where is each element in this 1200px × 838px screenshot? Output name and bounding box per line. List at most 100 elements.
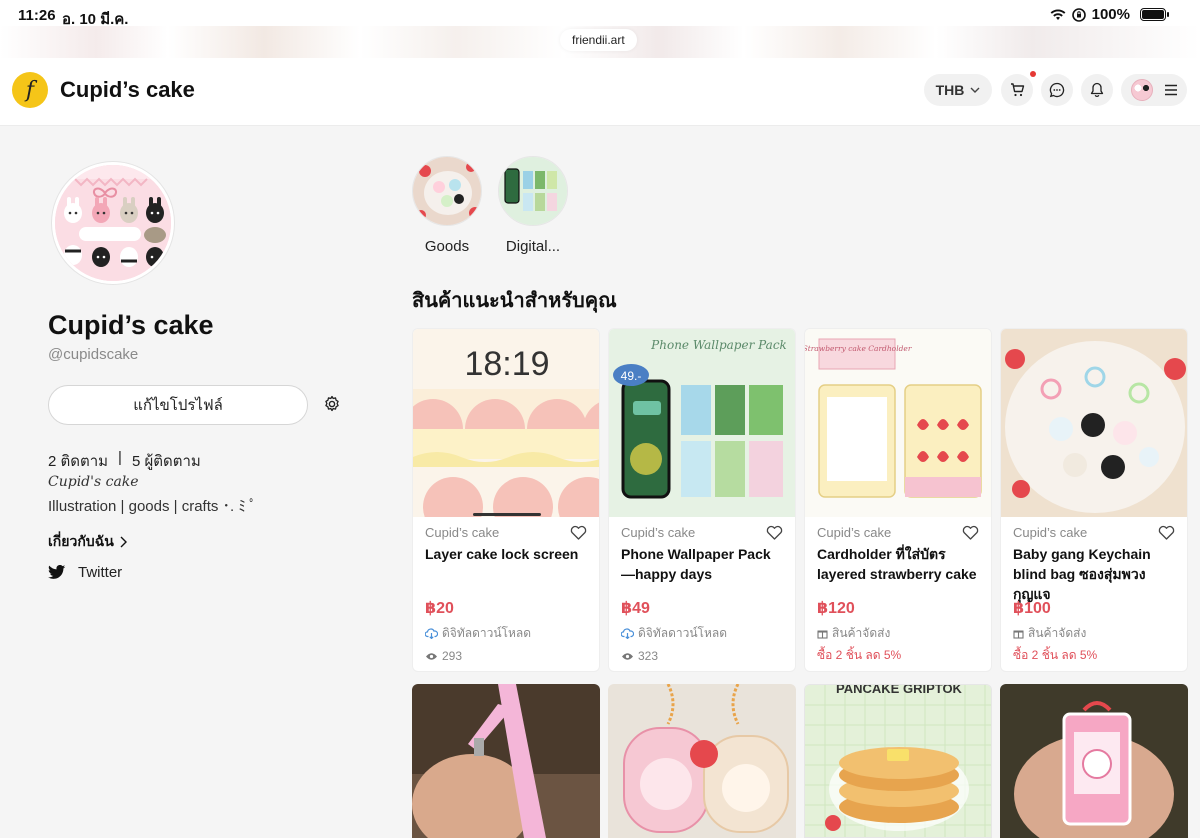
heart-icon[interactable] bbox=[570, 525, 587, 540]
cloud-download-icon bbox=[425, 628, 438, 639]
product-card[interactable]: Phone Wallpaper Pack 49.- Cupid’s cake P… bbox=[608, 328, 796, 672]
hamburger-menu-icon bbox=[1164, 84, 1177, 96]
product-type: สินค้าจัดส่ง bbox=[832, 626, 891, 640]
product-price: ฿20 bbox=[425, 600, 454, 617]
category-goods-label: Goods bbox=[424, 238, 470, 255]
chat-bubble-icon bbox=[1049, 82, 1065, 98]
product-name: Phone Wallpaper Pack—happy days bbox=[621, 546, 771, 582]
cart-notification-dot bbox=[1030, 71, 1036, 77]
layer-cake-art: 18:19 bbox=[413, 329, 599, 517]
about-me-label: เกี่ยวกับฉัน bbox=[48, 533, 114, 549]
product-image: Strawberry cake Cardholder bbox=[805, 329, 991, 517]
orientation-lock-icon bbox=[1071, 7, 1086, 22]
product-card-charm[interactable] bbox=[1000, 684, 1188, 838]
product-price: ฿49 bbox=[621, 600, 650, 617]
eye-icon bbox=[426, 652, 437, 660]
wallpaper-pack-art: Phone Wallpaper Pack 49.- bbox=[609, 329, 795, 517]
site-header: f Cupid’s cake THB bbox=[0, 58, 1200, 126]
twitter-bird-icon bbox=[48, 565, 66, 579]
bell-icon bbox=[1090, 82, 1104, 98]
product-price: ฿120 bbox=[817, 600, 855, 617]
seller-name[interactable]: Cupid’s cake bbox=[817, 525, 891, 540]
heart-icon[interactable] bbox=[766, 525, 783, 540]
bio-text: Illustration | goods | crafts ･. ﾐ ﾟ bbox=[48, 498, 257, 515]
product-card[interactable]: 18:19 Cupid’s cake Layer cake lock scree… bbox=[412, 328, 600, 672]
edit-profile-button[interactable]: แก้ไขโปรไฟล์ bbox=[48, 385, 308, 425]
charm-image bbox=[1000, 684, 1188, 838]
followers-count[interactable]: 5 ผู้ติดตาม bbox=[132, 449, 201, 473]
cloud-download-icon bbox=[621, 628, 634, 639]
wifi-icon bbox=[1050, 9, 1066, 20]
view-count: 323 bbox=[638, 649, 659, 663]
follow-stats: 2 ติดตาม | 5 ผู้ติดตาม bbox=[48, 449, 201, 473]
product-card[interactable]: Strawberry cake Cardholder Cupid’s cake … bbox=[804, 328, 992, 672]
gift-box-icon bbox=[1013, 630, 1024, 639]
lanyard-image bbox=[412, 684, 600, 838]
status-bar: 11:26 อ. 10 มี.ค. 100% friendii.art bbox=[0, 0, 1200, 58]
product-name: Baby gang Keychain blind bag ซองสุ่มพวงก… bbox=[1013, 546, 1151, 602]
battery-percent: 100% bbox=[1091, 6, 1130, 23]
product-image bbox=[1001, 329, 1187, 517]
gift-box-icon bbox=[817, 630, 828, 639]
price-badge: 49.- bbox=[621, 369, 642, 383]
profile-avatar bbox=[52, 162, 174, 284]
settings-button[interactable] bbox=[320, 392, 344, 416]
status-date: อ. 10 มี.ค. bbox=[62, 11, 129, 28]
product-card-lanyard[interactable] bbox=[412, 684, 600, 838]
heart-icon[interactable] bbox=[962, 525, 979, 540]
friendii-logo[interactable]: f bbox=[12, 72, 48, 108]
profile-handle: @cupidscake bbox=[48, 346, 139, 363]
currency-label: THB bbox=[935, 82, 965, 98]
chevron-down-icon bbox=[970, 87, 980, 93]
product-card-keychain-pair[interactable] bbox=[608, 684, 796, 838]
twitter-link[interactable]: Twitter bbox=[48, 564, 122, 581]
stats-separator: | bbox=[118, 449, 122, 466]
product-type: สินค้าจัดส่ง bbox=[1028, 626, 1087, 640]
cart-button[interactable] bbox=[1001, 74, 1033, 106]
category-goods-art bbox=[413, 157, 481, 225]
seller-name[interactable]: Cupid’s cake bbox=[621, 525, 695, 540]
product-card-pancake[interactable]: PANCAKE GRIPTOK bbox=[804, 684, 992, 838]
pancake-banner-text: PANCAKE GRIPTOK bbox=[836, 685, 963, 696]
about-me-link[interactable]: เกี่ยวกับฉัน bbox=[48, 531, 127, 553]
product-image: Phone Wallpaper Pack 49.- bbox=[609, 329, 795, 517]
battery-icon bbox=[1140, 8, 1169, 21]
category-digital-thumbnail bbox=[498, 156, 568, 226]
account-menu-button[interactable] bbox=[1121, 74, 1187, 106]
chevron-right-icon bbox=[120, 536, 127, 548]
view-count: 293 bbox=[442, 649, 463, 663]
promo-text: ซื้อ 2 ชิ้น ลด 5% bbox=[817, 648, 902, 662]
category-goods-thumbnail bbox=[412, 156, 482, 226]
category-goods[interactable]: Goods bbox=[411, 156, 483, 255]
heart-icon[interactable] bbox=[1158, 525, 1175, 540]
product-image: 18:19 bbox=[413, 329, 599, 517]
status-time: 11:26 bbox=[18, 7, 56, 24]
category-digital[interactable]: Digital... bbox=[497, 156, 569, 255]
product-name: Cardholder ที่ใส่บัตร layered strawberry… bbox=[817, 546, 977, 582]
currency-selector[interactable]: THB bbox=[924, 74, 992, 106]
product-type: ดิจิทัลดาวน์โหลด bbox=[442, 626, 532, 640]
url-bar[interactable]: friendii.art bbox=[560, 29, 637, 51]
product-type: ดิจิทัลดาวน์โหลด bbox=[638, 626, 728, 640]
eye-icon bbox=[622, 652, 633, 660]
following-count[interactable]: 2 ติดตาม bbox=[48, 449, 108, 473]
pancake-griptok-image: PANCAKE GRIPTOK bbox=[805, 685, 991, 837]
seller-name[interactable]: Cupid’s cake bbox=[1013, 525, 1087, 540]
cardholder-banner-text: Strawberry cake Cardholder bbox=[805, 344, 912, 353]
seller-name[interactable]: Cupid’s cake bbox=[425, 525, 499, 540]
product-name: Layer cake lock screen bbox=[425, 546, 579, 562]
category-digital-art bbox=[499, 157, 567, 225]
product-card[interactable]: Cupid’s cake Baby gang Keychain blind ba… bbox=[1000, 328, 1188, 672]
gear-icon bbox=[325, 395, 339, 412]
wallpaper-banner-text: Phone Wallpaper Pack bbox=[650, 338, 787, 352]
notifications-button[interactable] bbox=[1081, 74, 1113, 106]
promo-text: ซื้อ 2 ชิ้น ลด 5% bbox=[1013, 648, 1098, 662]
cardholder-art: Strawberry cake Cardholder bbox=[805, 329, 991, 517]
recommended-section-title: สินค้าแนะนำสำหรับคุณ bbox=[412, 290, 617, 312]
chat-button[interactable] bbox=[1041, 74, 1073, 106]
profile-avatar-art bbox=[55, 165, 171, 281]
keychain-art bbox=[1001, 329, 1187, 517]
bio-title: Cupid's cake bbox=[48, 474, 139, 490]
product-price: ฿100 bbox=[1013, 600, 1051, 617]
shop-title: Cupid’s cake bbox=[60, 77, 195, 102]
